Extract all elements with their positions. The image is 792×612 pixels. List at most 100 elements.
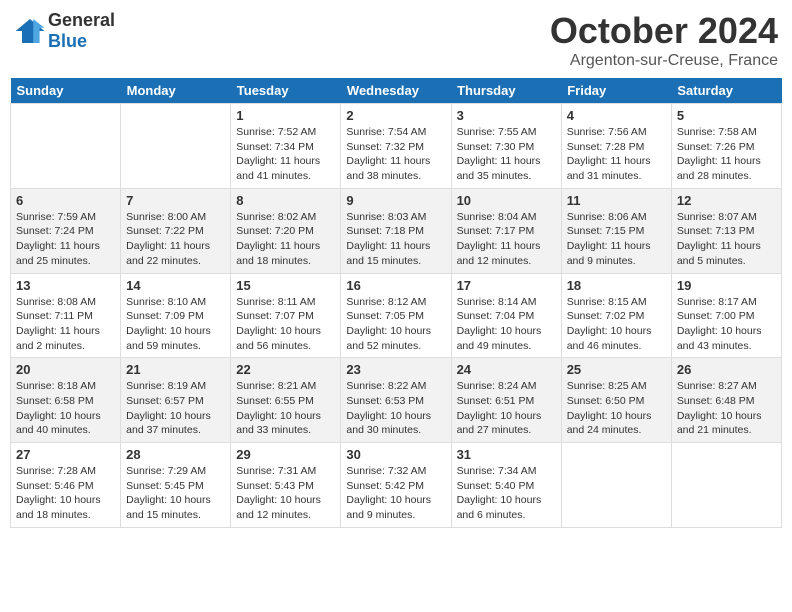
day-info: Sunrise: 7:32 AM Sunset: 5:42 PM Dayligh… <box>346 464 445 523</box>
day-info: Sunrise: 8:03 AM Sunset: 7:18 PM Dayligh… <box>346 210 445 269</box>
calendar-cell: 23 Sunrise: 8:22 AM Sunset: 6:53 PM Dayl… <box>341 358 451 443</box>
calendar-cell: 30 Sunrise: 7:32 AM Sunset: 5:42 PM Dayl… <box>341 443 451 528</box>
calendar-cell: 25 Sunrise: 8:25 AM Sunset: 6:50 PM Dayl… <box>561 358 671 443</box>
calendar-cell: 16 Sunrise: 8:12 AM Sunset: 7:05 PM Dayl… <box>341 273 451 358</box>
calendar-cell: 29 Sunrise: 7:31 AM Sunset: 5:43 PM Dayl… <box>231 443 341 528</box>
day-info: Sunrise: 8:17 AM Sunset: 7:00 PM Dayligh… <box>677 295 776 354</box>
day-info: Sunrise: 8:18 AM Sunset: 6:58 PM Dayligh… <box>16 379 115 438</box>
calendar-cell: 7 Sunrise: 8:00 AM Sunset: 7:22 PM Dayli… <box>121 188 231 273</box>
day-number: 9 <box>346 193 445 208</box>
day-number: 12 <box>677 193 776 208</box>
calendar-cell: 4 Sunrise: 7:56 AM Sunset: 7:28 PM Dayli… <box>561 104 671 189</box>
day-number: 19 <box>677 278 776 293</box>
day-number: 29 <box>236 447 335 462</box>
calendar-cell: 12 Sunrise: 8:07 AM Sunset: 7:13 PM Dayl… <box>671 188 781 273</box>
day-number: 10 <box>457 193 556 208</box>
day-number: 7 <box>126 193 225 208</box>
day-info: Sunrise: 7:34 AM Sunset: 5:40 PM Dayligh… <box>457 464 556 523</box>
day-info: Sunrise: 8:24 AM Sunset: 6:51 PM Dayligh… <box>457 379 556 438</box>
day-info: Sunrise: 7:31 AM Sunset: 5:43 PM Dayligh… <box>236 464 335 523</box>
day-number: 25 <box>567 362 666 377</box>
title-block: October 2024 Argenton-sur-Creuse, France <box>550 10 778 70</box>
week-row-3: 13 Sunrise: 8:08 AM Sunset: 7:11 PM Dayl… <box>11 273 782 358</box>
day-number: 26 <box>677 362 776 377</box>
day-info: Sunrise: 8:25 AM Sunset: 6:50 PM Dayligh… <box>567 379 666 438</box>
calendar-cell: 31 Sunrise: 7:34 AM Sunset: 5:40 PM Dayl… <box>451 443 561 528</box>
calendar-cell: 17 Sunrise: 8:14 AM Sunset: 7:04 PM Dayl… <box>451 273 561 358</box>
day-number: 1 <box>236 108 335 123</box>
week-row-5: 27 Sunrise: 7:28 AM Sunset: 5:46 PM Dayl… <box>11 443 782 528</box>
day-number: 22 <box>236 362 335 377</box>
day-info: Sunrise: 8:06 AM Sunset: 7:15 PM Dayligh… <box>567 210 666 269</box>
logo-general-text: General <box>48 10 115 30</box>
day-number: 20 <box>16 362 115 377</box>
logo: General Blue <box>14 10 115 52</box>
day-info: Sunrise: 7:52 AM Sunset: 7:34 PM Dayligh… <box>236 125 335 184</box>
day-number: 2 <box>346 108 445 123</box>
calendar-cell: 27 Sunrise: 7:28 AM Sunset: 5:46 PM Dayl… <box>11 443 121 528</box>
day-info: Sunrise: 8:14 AM Sunset: 7:04 PM Dayligh… <box>457 295 556 354</box>
day-number: 14 <box>126 278 225 293</box>
day-number: 21 <box>126 362 225 377</box>
calendar-cell: 15 Sunrise: 8:11 AM Sunset: 7:07 PM Dayl… <box>231 273 341 358</box>
day-header-monday: Monday <box>121 78 231 104</box>
day-number: 15 <box>236 278 335 293</box>
day-number: 30 <box>346 447 445 462</box>
day-info: Sunrise: 8:04 AM Sunset: 7:17 PM Dayligh… <box>457 210 556 269</box>
day-number: 27 <box>16 447 115 462</box>
day-info: Sunrise: 7:28 AM Sunset: 5:46 PM Dayligh… <box>16 464 115 523</box>
day-number: 13 <box>16 278 115 293</box>
day-info: Sunrise: 8:10 AM Sunset: 7:09 PM Dayligh… <box>126 295 225 354</box>
day-number: 28 <box>126 447 225 462</box>
day-header-sunday: Sunday <box>11 78 121 104</box>
calendar-cell: 3 Sunrise: 7:55 AM Sunset: 7:30 PM Dayli… <box>451 104 561 189</box>
day-info: Sunrise: 8:02 AM Sunset: 7:20 PM Dayligh… <box>236 210 335 269</box>
day-info: Sunrise: 8:00 AM Sunset: 7:22 PM Dayligh… <box>126 210 225 269</box>
day-number: 31 <box>457 447 556 462</box>
day-header-wednesday: Wednesday <box>341 78 451 104</box>
day-info: Sunrise: 7:29 AM Sunset: 5:45 PM Dayligh… <box>126 464 225 523</box>
calendar-cell: 14 Sunrise: 8:10 AM Sunset: 7:09 PM Dayl… <box>121 273 231 358</box>
day-info: Sunrise: 7:56 AM Sunset: 7:28 PM Dayligh… <box>567 125 666 184</box>
calendar-cell: 18 Sunrise: 8:15 AM Sunset: 7:02 PM Dayl… <box>561 273 671 358</box>
day-info: Sunrise: 7:58 AM Sunset: 7:26 PM Dayligh… <box>677 125 776 184</box>
day-info: Sunrise: 8:07 AM Sunset: 7:13 PM Dayligh… <box>677 210 776 269</box>
calendar-cell <box>11 104 121 189</box>
day-info: Sunrise: 7:54 AM Sunset: 7:32 PM Dayligh… <box>346 125 445 184</box>
day-info: Sunrise: 8:08 AM Sunset: 7:11 PM Dayligh… <box>16 295 115 354</box>
calendar-cell: 24 Sunrise: 8:24 AM Sunset: 6:51 PM Dayl… <box>451 358 561 443</box>
day-number: 24 <box>457 362 556 377</box>
logo-blue-text: Blue <box>48 31 87 51</box>
page-header: General Blue October 2024 Argenton-sur-C… <box>10 10 782 70</box>
calendar-cell: 13 Sunrise: 8:08 AM Sunset: 7:11 PM Dayl… <box>11 273 121 358</box>
calendar-cell: 1 Sunrise: 7:52 AM Sunset: 7:34 PM Dayli… <box>231 104 341 189</box>
day-number: 16 <box>346 278 445 293</box>
day-number: 4 <box>567 108 666 123</box>
calendar-cell: 5 Sunrise: 7:58 AM Sunset: 7:26 PM Dayli… <box>671 104 781 189</box>
day-number: 17 <box>457 278 556 293</box>
calendar-cell: 26 Sunrise: 8:27 AM Sunset: 6:48 PM Dayl… <box>671 358 781 443</box>
calendar-cell: 21 Sunrise: 8:19 AM Sunset: 6:57 PM Dayl… <box>121 358 231 443</box>
day-number: 23 <box>346 362 445 377</box>
day-info: Sunrise: 8:21 AM Sunset: 6:55 PM Dayligh… <box>236 379 335 438</box>
day-info: Sunrise: 8:22 AM Sunset: 6:53 PM Dayligh… <box>346 379 445 438</box>
day-number: 5 <box>677 108 776 123</box>
day-header-friday: Friday <box>561 78 671 104</box>
calendar-cell: 19 Sunrise: 8:17 AM Sunset: 7:00 PM Dayl… <box>671 273 781 358</box>
calendar-cell: 9 Sunrise: 8:03 AM Sunset: 7:18 PM Dayli… <box>341 188 451 273</box>
calendar-table: SundayMondayTuesdayWednesdayThursdayFrid… <box>10 78 782 528</box>
week-row-4: 20 Sunrise: 8:18 AM Sunset: 6:58 PM Dayl… <box>11 358 782 443</box>
day-number: 8 <box>236 193 335 208</box>
day-info: Sunrise: 8:11 AM Sunset: 7:07 PM Dayligh… <box>236 295 335 354</box>
calendar-cell: 2 Sunrise: 7:54 AM Sunset: 7:32 PM Dayli… <box>341 104 451 189</box>
day-info: Sunrise: 8:27 AM Sunset: 6:48 PM Dayligh… <box>677 379 776 438</box>
calendar-cell <box>121 104 231 189</box>
calendar-cell: 20 Sunrise: 8:18 AM Sunset: 6:58 PM Dayl… <box>11 358 121 443</box>
day-info: Sunrise: 7:55 AM Sunset: 7:30 PM Dayligh… <box>457 125 556 184</box>
day-number: 3 <box>457 108 556 123</box>
month-title: October 2024 <box>550 10 778 52</box>
day-header-thursday: Thursday <box>451 78 561 104</box>
location: Argenton-sur-Creuse, France <box>550 52 778 70</box>
day-number: 6 <box>16 193 115 208</box>
day-header-saturday: Saturday <box>671 78 781 104</box>
